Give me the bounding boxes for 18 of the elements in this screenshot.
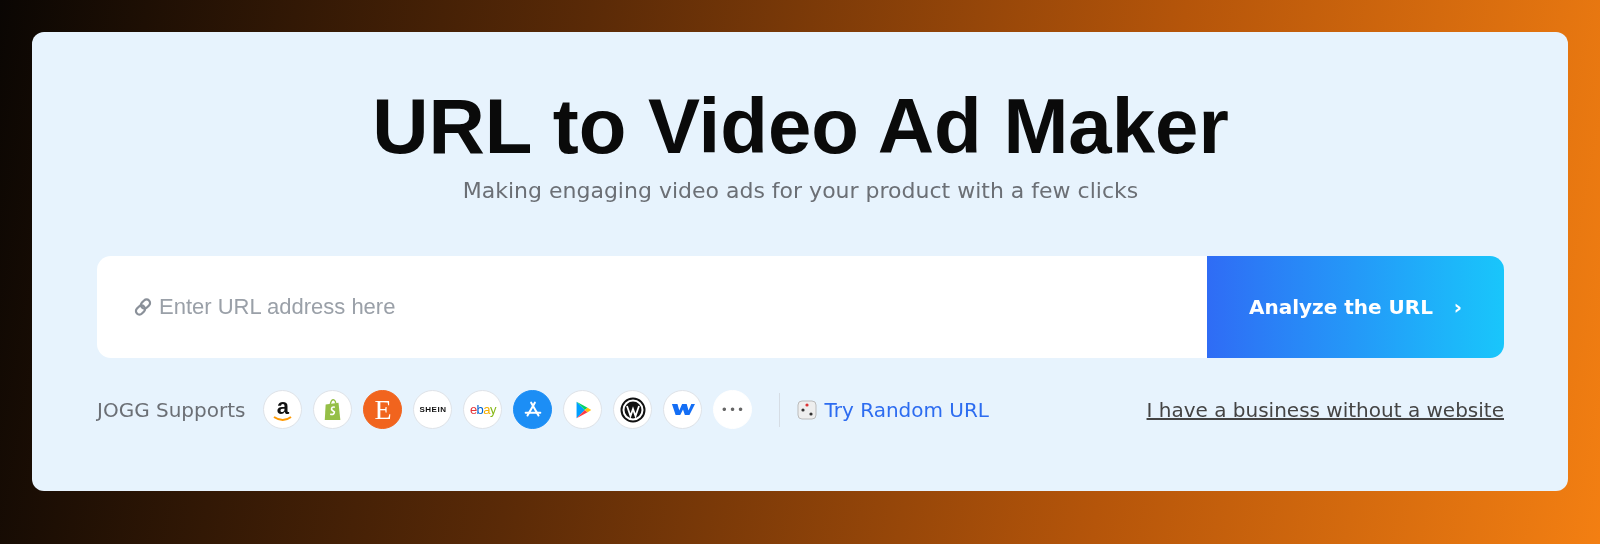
supports-label: JOGG Supports (97, 397, 246, 422)
more-button[interactable]: ••• (713, 390, 753, 429)
no-website-link[interactable]: I have a business without a website (1146, 397, 1504, 422)
link-icon (133, 297, 153, 317)
page-subtitle: Making engaging video ads for your product with a few clicks (462, 178, 1139, 203)
shopping-bag-icon[interactable] (313, 390, 353, 429)
url-field[interactable]: Enter URL address here (97, 256, 1207, 358)
webflow-logo-icon[interactable] (663, 390, 703, 429)
dice-icon (796, 398, 819, 421)
try-random-url-link[interactable]: Try Random URL (824, 397, 989, 422)
wordpress-logo-icon[interactable] (613, 390, 653, 429)
url-input-field[interactable]: Enter URL address here (159, 277, 1187, 337)
shein-logo-icon[interactable]: SHEIN (413, 390, 453, 429)
app-store-icon[interactable] (513, 390, 553, 429)
amazon-logo-icon[interactable]: a (263, 390, 303, 429)
ebay-logo-icon[interactable]: ebay (463, 390, 503, 429)
page-title: URL to Video Ad Maker (372, 81, 1229, 172)
etsy-logo-icon[interactable]: E (363, 390, 403, 429)
